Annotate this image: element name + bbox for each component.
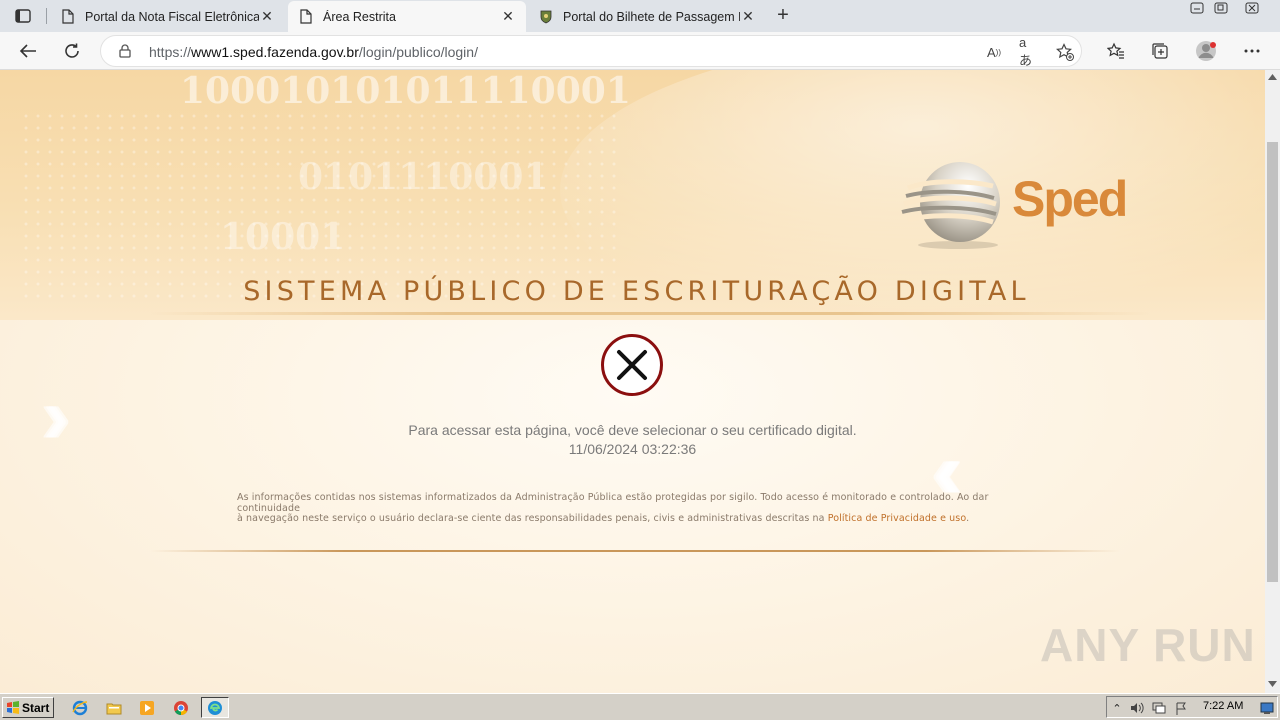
start-label: Start xyxy=(22,700,50,715)
disclaimer-line-1: As informações contidas nos sistemas inf… xyxy=(237,492,989,514)
url-text[interactable]: https://www1.sped.fazenda.gov.br/login/p… xyxy=(149,44,478,60)
new-tab-button[interactable]: + xyxy=(772,5,794,27)
url-host: www1.sped.fazenda.gov.br xyxy=(191,44,359,60)
action-center-flag-icon[interactable] xyxy=(1173,700,1189,716)
chrome-icon[interactable] xyxy=(170,697,192,718)
url-protocol: https:// xyxy=(149,44,192,60)
file-explorer-icon[interactable] xyxy=(103,697,125,718)
page-icon xyxy=(60,9,76,25)
internet-explorer-icon[interactable] xyxy=(69,697,91,718)
tab-title: Portal da Nota Fiscal Eletrônica xyxy=(85,9,259,24)
anyrun-watermark: ANY RUN xyxy=(1040,619,1256,671)
edge-icon[interactable] xyxy=(201,697,229,718)
banner-binary-text: 100010101011110001 xyxy=(180,70,631,112)
more-options-icon[interactable] xyxy=(1241,40,1263,62)
read-aloud-icon[interactable]: A)) xyxy=(984,42,1004,62)
system-title: SISTEMA PÚBLICO DE ESCRITURAÇÃO DIGITAL xyxy=(243,276,1030,307)
start-button[interactable]: Start xyxy=(2,697,54,718)
tab-area-restrita[interactable]: Área Restrita ✕ xyxy=(288,1,526,32)
banner-binary-text: 10001 xyxy=(220,216,346,258)
page-viewport: 100010101011110001 0101110001 10001 Sped… xyxy=(0,70,1265,693)
sped-logo-text: Sped xyxy=(1012,171,1128,227)
scrollbar-thumb[interactable] xyxy=(1267,142,1278,582)
close-icon[interactable]: ✕ xyxy=(740,8,756,25)
banner-binary-text: 0101110001 xyxy=(298,156,549,198)
network-icon[interactable] xyxy=(1151,700,1167,716)
coat-of-arms-icon xyxy=(538,9,554,25)
taskbar-clock[interactable]: 7:22 AM xyxy=(1203,700,1243,712)
scroll-down-icon[interactable] xyxy=(1268,681,1277,687)
tab-strip: Portal da Nota Fiscal Eletrônica ✕ Área … xyxy=(0,0,1280,32)
system-tray: ⌃ 7:22 AM xyxy=(1106,696,1278,718)
banner-divider xyxy=(150,312,1150,315)
error-message: Para acessar esta página, você deve sele… xyxy=(408,422,857,438)
tab-title: Área Restrita xyxy=(323,9,396,24)
banner-dot-pattern xyxy=(20,110,620,300)
scroll-up-icon[interactable] xyxy=(1268,74,1277,80)
page-icon xyxy=(298,9,314,25)
close-icon[interactable]: ✕ xyxy=(500,8,516,25)
restore-button[interactable] xyxy=(1209,0,1233,16)
show-desktop-icon[interactable] xyxy=(1259,700,1275,716)
error-timestamp: 11/06/2024 03:22:36 xyxy=(568,441,697,457)
tab-title: Portal do Bilhete de Passagem Ele xyxy=(563,9,740,24)
windows-logo-icon xyxy=(7,700,19,714)
tab-nfe-portal[interactable]: Portal da Nota Fiscal Eletrônica ✕ xyxy=(50,1,285,32)
profile-avatar[interactable] xyxy=(1195,40,1217,62)
translate-icon[interactable]: aあ xyxy=(1019,35,1039,68)
url-path: /login/publico/login/ xyxy=(358,44,478,60)
content-divider xyxy=(150,550,1120,552)
vertical-scrollbar[interactable] xyxy=(1265,70,1280,693)
tab-separator xyxy=(46,8,47,24)
disclaimer-period: . xyxy=(966,513,970,524)
minimize-button[interactable] xyxy=(1185,0,1209,16)
browser-toolbar: https://www1.sped.fazenda.gov.br/login/p… xyxy=(0,32,1280,70)
error-x-icon xyxy=(601,334,663,396)
favorites-icon[interactable] xyxy=(1105,40,1127,62)
privacy-policy-link[interactable]: Política de Privacidade e uso xyxy=(828,513,966,524)
tray-expand-icon[interactable]: ⌃ xyxy=(1109,700,1125,716)
media-player-icon[interactable] xyxy=(136,697,158,718)
taskbar: Start ⌃ 7:22 AM xyxy=(0,693,1280,720)
collections-icon[interactable] xyxy=(1149,40,1171,62)
add-favorite-icon[interactable] xyxy=(1055,42,1075,62)
disclaimer-line-2: à navegação neste serviço o usuário decl… xyxy=(237,513,828,524)
address-bar[interactable]: https://www1.sped.fazenda.gov.br/login/p… xyxy=(100,35,1082,68)
refresh-icon[interactable] xyxy=(61,40,83,62)
tab-actions-icon[interactable] xyxy=(12,5,34,27)
tab-bilhete-portal[interactable]: Portal do Bilhete de Passagem Ele ✕ xyxy=(528,1,766,32)
close-icon[interactable]: ✕ xyxy=(259,8,275,25)
lock-icon[interactable] xyxy=(118,44,132,58)
close-window-button[interactable] xyxy=(1240,0,1264,16)
volume-icon[interactable] xyxy=(1129,700,1145,716)
sped-globe-icon xyxy=(901,162,1000,249)
privacy-disclaimer: As informações contidas nos sistemas inf… xyxy=(237,492,1037,525)
sped-logo: Sped xyxy=(900,160,1140,250)
back-arrow-icon[interactable] xyxy=(17,40,39,62)
